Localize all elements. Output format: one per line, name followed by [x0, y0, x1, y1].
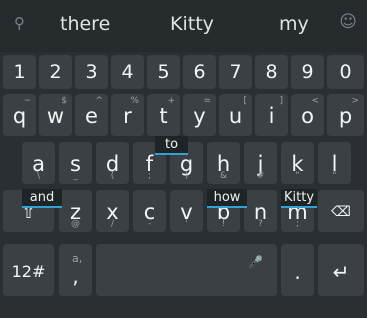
key-v[interactable]: v ' [170, 190, 203, 232]
key-n[interactable]: n? [244, 190, 277, 232]
word-popup-how[interactable]: how [207, 189, 247, 208]
keyboard: 1 2 3 4 5 6 7 8 9 0 ~ q $ w ^ e % r + t = y [u… [0, 52, 367, 318]
suggestion-2[interactable]: Kitty [170, 13, 214, 35]
backspace-icon: ⌫ [331, 204, 351, 220]
key-8[interactable]: 8 [255, 55, 288, 89]
key-6[interactable]: 6 [183, 55, 216, 89]
key-0[interactable]: 0 [327, 55, 364, 89]
key-2[interactable]: 2 [39, 55, 72, 89]
key-w[interactable]: $ w [39, 94, 72, 136]
key-e[interactable]: ^ e [75, 94, 108, 136]
comma-key[interactable]: a, , [59, 244, 92, 296]
key-1[interactable]: 1 [3, 55, 36, 89]
numbers-switch-key[interactable]: 12# [3, 244, 54, 296]
key-j[interactable]: j # [244, 142, 277, 184]
word-popup-to[interactable]: to [155, 136, 188, 155]
key-o[interactable]: < o [291, 94, 324, 136]
key-r[interactable]: % r [111, 94, 144, 136]
search-icon[interactable]: ⚲ [14, 14, 25, 32]
key-u[interactable]: [u [219, 94, 252, 136]
period-key[interactable]: . [281, 244, 314, 296]
suggestion-bar: ⚲ there Kitty my ☺ [0, 0, 367, 52]
key-7[interactable]: 7 [219, 55, 252, 89]
key-y[interactable]: = y [183, 94, 216, 136]
mic-icon: 🎤 [248, 255, 263, 269]
key-x[interactable]: x / [96, 190, 129, 232]
enter-icon: ↵ [332, 260, 350, 284]
word-popup-kitty[interactable]: Kitty [281, 189, 317, 208]
key-c[interactable]: c- [133, 190, 166, 232]
key-z[interactable]: z @ [59, 190, 92, 232]
key-d[interactable]: d( [96, 142, 129, 184]
enter-key[interactable]: ↵ [318, 244, 364, 296]
key-p[interactable]: > p [327, 94, 364, 136]
word-popup-and[interactable]: and [22, 189, 62, 208]
key-a[interactable]: a \ [22, 142, 55, 184]
key-3[interactable]: 3 [75, 55, 108, 89]
suggestion-3[interactable]: my [279, 13, 309, 35]
emoji-icon[interactable]: ☺ [339, 12, 357, 32]
key-4[interactable]: 4 [111, 55, 144, 89]
key-l[interactable]: l " [318, 142, 351, 184]
key-t[interactable]: + t [147, 94, 180, 136]
key-9[interactable]: 9 [291, 55, 324, 89]
space-key[interactable]: 🎤 [96, 244, 277, 296]
key-s[interactable]: s _ [59, 142, 92, 184]
key-5[interactable]: 5 [147, 55, 180, 89]
key-h[interactable]: h & [207, 142, 240, 184]
backspace-key[interactable]: ⌫ [318, 190, 364, 232]
suggestion-1[interactable]: there [60, 13, 110, 35]
key-i[interactable]: ] i [255, 94, 288, 136]
key-k[interactable]: k " [281, 142, 314, 184]
key-q[interactable]: ~ q [3, 94, 36, 136]
